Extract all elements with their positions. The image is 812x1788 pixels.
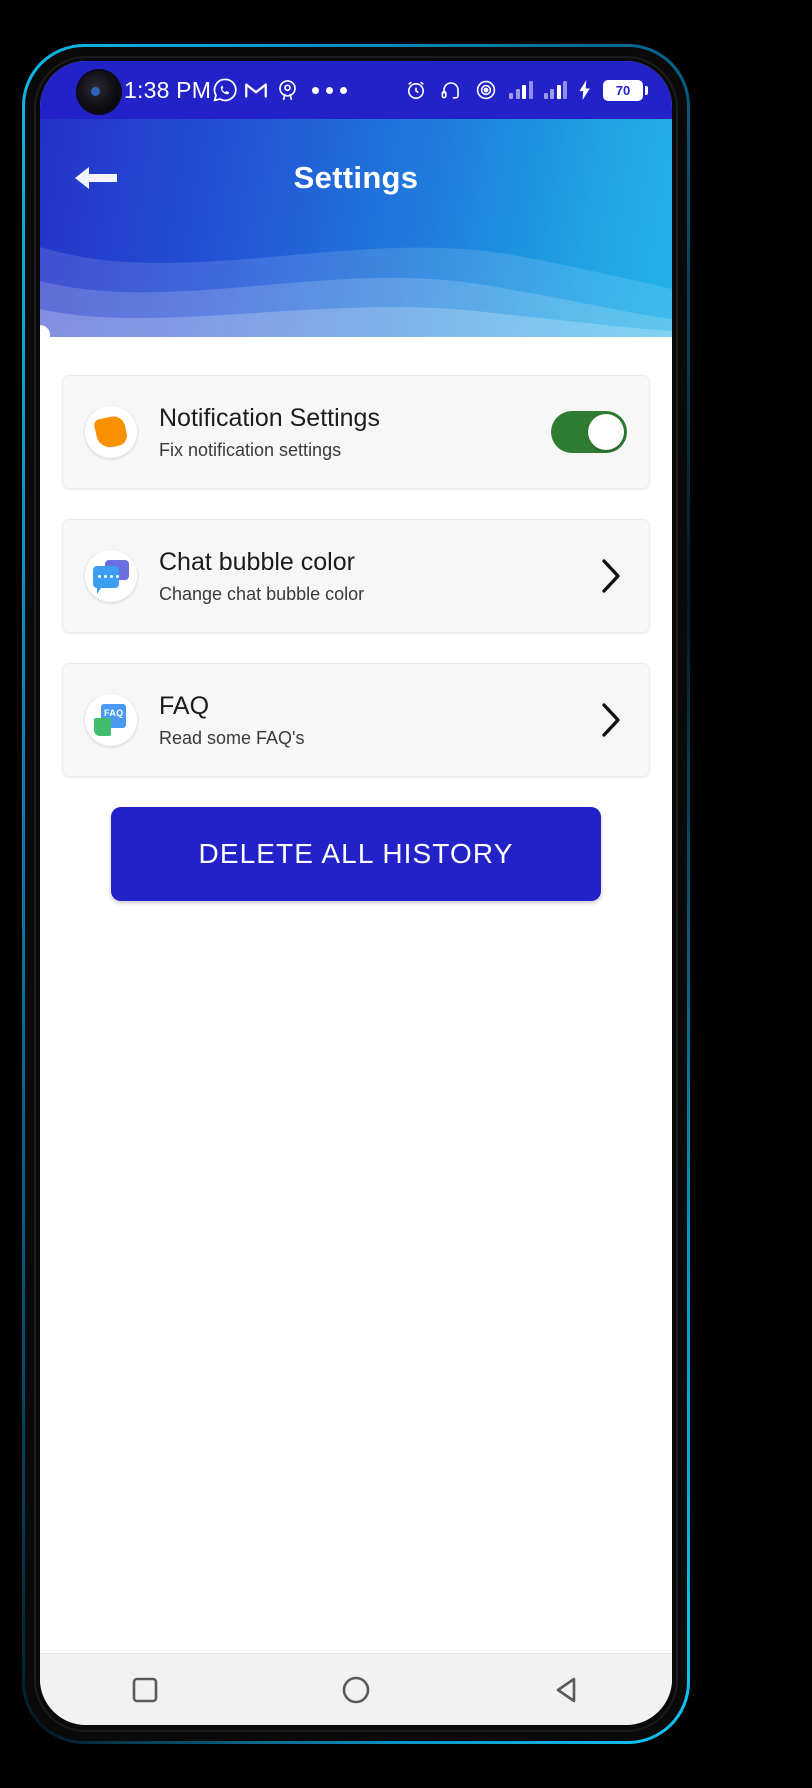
settings-item-text: Chat bubble color Change chat bubble col…: [159, 548, 595, 604]
chevron-right-icon[interactable]: [595, 556, 627, 596]
settings-item-title: FAQ: [159, 691, 210, 720]
front-camera-punch-hole: [78, 71, 120, 113]
charging-bolt-icon: [578, 80, 592, 100]
toggle-knob: [588, 414, 624, 450]
settings-content: Notification Settings Fix notification s…: [40, 325, 672, 1653]
page-title: Settings: [293, 160, 419, 195]
android-navigation-bar: [40, 1653, 672, 1725]
chevron-right-icon[interactable]: [595, 700, 627, 740]
gmail-icon: [243, 77, 269, 103]
settings-item-notification[interactable]: Notification Settings Fix notification s…: [62, 375, 650, 489]
whatsapp-icon: [212, 77, 238, 103]
phone-frame: 1:38 PM 70 Settings Notification Setting…: [22, 44, 690, 1744]
settings-item-faq[interactable]: FAQ FAQ Read some FAQ's: [62, 663, 650, 777]
back-arrow-icon: [75, 167, 117, 189]
signal-bars-sim1-icon: [509, 81, 533, 99]
battery-shell: 70: [603, 79, 643, 101]
recents-square-icon[interactable]: [110, 1666, 180, 1714]
status-bar-left: 1:38 PM: [124, 76, 348, 104]
battery-level-text: 70: [615, 82, 631, 98]
settings-item-title: Chat bubble color: [159, 547, 355, 576]
back-triangle-icon[interactable]: [532, 1666, 602, 1714]
status-bar-clock: 1:38 PM: [124, 76, 212, 103]
settings-item-subtitle: Change chat bubble color: [159, 583, 365, 604]
delete-all-history-button[interactable]: DELETE ALL HISTORY: [111, 807, 601, 901]
alarm-clock-icon: [404, 78, 428, 102]
settings-item-text: FAQ Read some FAQ's: [159, 692, 595, 748]
status-bar-right: 70: [404, 78, 648, 102]
notification-toggle[interactable]: [551, 411, 627, 453]
location-pin-icon: [275, 78, 300, 103]
settings-item-subtitle: Read some FAQ's: [159, 727, 305, 748]
location-tracking-icon: [474, 78, 498, 102]
signal-bars-sim2-icon: [543, 81, 567, 99]
battery-indicator: 70: [603, 79, 648, 101]
settings-item-title: Notification Settings: [159, 403, 380, 432]
notification-bell-icon: [85, 406, 137, 458]
app-bar: Settings: [40, 119, 672, 337]
content-left-edge: [40, 325, 50, 503]
chat-bubble-icon: [85, 550, 137, 602]
phone-screen: 1:38 PM 70 Settings Notification Setting…: [40, 61, 672, 1725]
settings-item-chat-bubble-color[interactable]: Chat bubble color Change chat bubble col…: [62, 519, 650, 633]
faq-document-icon: FAQ: [85, 694, 137, 746]
phone-body: 1:38 PM 70 Settings Notification Setting…: [25, 47, 687, 1741]
overflow-dots-icon: [312, 86, 348, 94]
settings-item-subtitle: Fix notification settings: [159, 439, 342, 460]
home-circle-icon[interactable]: [321, 1666, 391, 1714]
settings-item-text: Notification Settings Fix notification s…: [159, 404, 551, 460]
headphones-icon: [439, 78, 463, 102]
back-button[interactable]: [68, 153, 124, 203]
battery-cap: [645, 85, 648, 95]
app-bar-content: Settings: [40, 119, 672, 237]
status-bar: 1:38 PM 70: [40, 61, 672, 119]
